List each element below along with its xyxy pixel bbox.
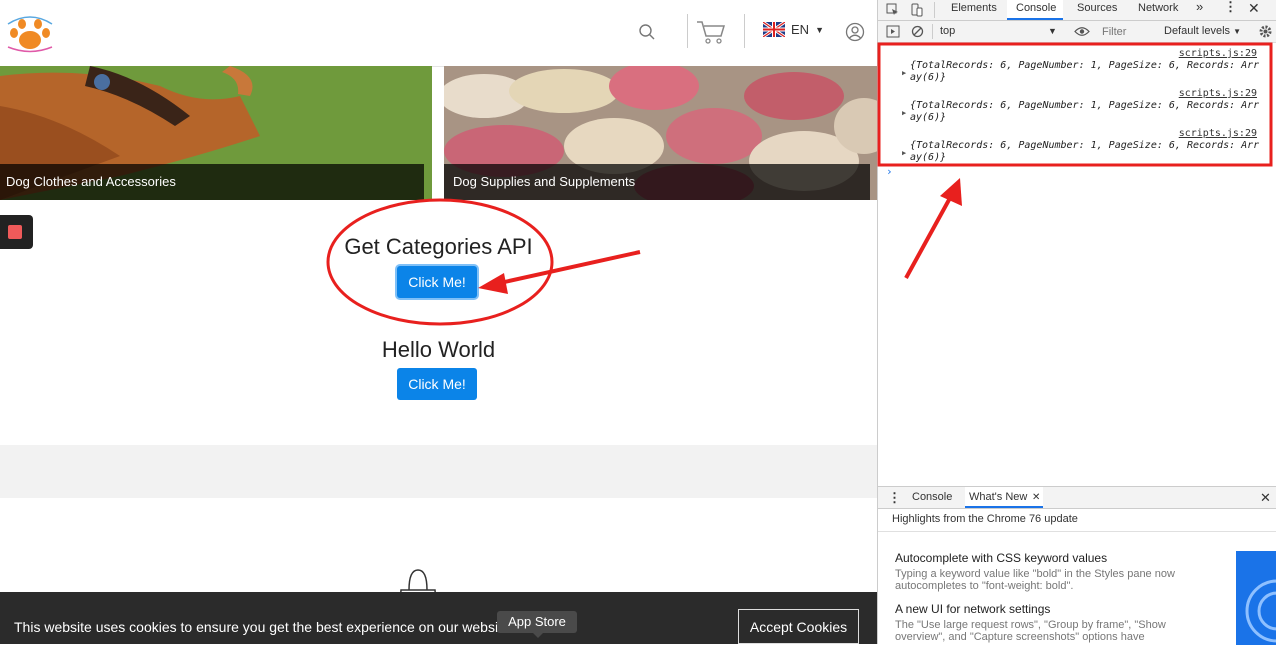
accept-cookies-button[interactable]: Accept Cookies <box>738 609 859 644</box>
header-divider <box>687 14 688 48</box>
console-toolbar: top ▼ Default levels ▼ <box>878 21 1276 43</box>
drawer-tab-console[interactable]: Console <box>912 487 952 508</box>
devtools-panel: Elements Console Sources Network » ⋮ ✕ t… <box>877 0 1276 645</box>
toolbar-divider <box>932 24 933 39</box>
log-message: {TotalRecords: 6, PageNumber: 1, PageSiz… <box>910 100 1260 123</box>
uk-flag-icon <box>763 22 785 37</box>
clear-console-icon[interactable] <box>911 25 924 38</box>
feature-illustration <box>1236 551 1276 645</box>
language-selector[interactable]: EN ▼ <box>763 22 824 37</box>
hello-world-button[interactable]: Click Me! <box>397 368 477 400</box>
feature-title[interactable]: A new UI for network settings <box>895 602 1050 616</box>
log-levels-label: Default levels <box>1164 25 1231 37</box>
sidebar-toggle-icon[interactable] <box>886 25 900 38</box>
context-selector[interactable]: top <box>940 23 1060 39</box>
settings-gear-icon[interactable] <box>1258 24 1273 39</box>
drawer-menu-icon[interactable]: ⋮ <box>888 487 901 508</box>
console-log-entry[interactable]: scripts.js:29 ▶ {TotalRecords: 6, PageNu… <box>878 87 1276 125</box>
tab-elements[interactable]: Elements <box>951 0 997 20</box>
chevron-down-icon: ▼ <box>815 24 824 35</box>
tile-caption: Dog Clothes and Accessories <box>0 164 424 200</box>
device-toolbar-icon[interactable] <box>910 3 923 17</box>
console-filter-input[interactable] <box>1100 23 1160 41</box>
feature-title[interactable]: Autocomplete with CSS keyword values <box>895 551 1107 565</box>
expand-triangle-icon[interactable]: ▶ <box>902 69 906 77</box>
expand-triangle-icon[interactable]: ▶ <box>902 149 906 157</box>
block-title-categories: Get Categories API <box>344 234 533 259</box>
tab-divider <box>934 2 935 18</box>
search-icon[interactable] <box>638 23 656 41</box>
expand-triangle-icon[interactable]: ▶ <box>902 109 906 117</box>
eye-icon[interactable] <box>1074 26 1090 37</box>
inspect-element-icon[interactable] <box>886 3 899 16</box>
drawer-tabbar: ⋮ Console What's New ✕ ✕ <box>878 487 1276 509</box>
site-header: EN ▼ <box>0 0 877 67</box>
language-label: EN <box>791 22 810 37</box>
console-output: scripts.js:29 ▶ {TotalRecords: 6, PageNu… <box>878 43 1276 485</box>
more-tabs-icon[interactable]: » <box>1196 0 1203 20</box>
header-divider <box>744 14 745 48</box>
devtools-drawer: ⋮ Console What's New ✕ ✕ Highlights from … <box>878 486 1276 645</box>
feature-description: The "Use large request rows", "Group by … <box>895 619 1166 643</box>
paw-logo-icon[interactable] <box>2 10 58 54</box>
divider <box>878 531 1276 532</box>
log-source-link[interactable]: scripts.js:29 <box>1179 48 1257 59</box>
block-title-hello: Hello World <box>381 337 496 362</box>
whats-new-heading: Highlights from the Chrome 76 update <box>892 513 1078 525</box>
log-message: {TotalRecords: 6, PageNumber: 1, PageSiz… <box>910 140 1260 163</box>
drawer-tab-whats-new[interactable]: What's New ✕ <box>965 487 1044 508</box>
log-message: {TotalRecords: 6, PageNumber: 1, PageSiz… <box>910 60 1260 83</box>
tab-sources[interactable]: Sources <box>1077 0 1117 20</box>
cookie-message: This website uses cookies to ensure you … <box>14 619 541 635</box>
console-log-entry[interactable]: scripts.js:29 ▶ {TotalRecords: 6, PageNu… <box>878 127 1276 165</box>
log-source-link[interactable]: scripts.js:29 <box>1179 88 1257 99</box>
chevron-down-icon: ▼ <box>1048 26 1057 36</box>
tile-caption: Dog Supplies and Supplements <box>444 164 870 200</box>
section-divider-band <box>0 445 877 498</box>
category-tile-clothes[interactable]: Dog Clothes and Accessories <box>0 66 432 200</box>
close-drawer-icon[interactable]: ✕ <box>1260 487 1271 508</box>
feature-description: Typing a keyword value like "bold" in th… <box>895 568 1175 592</box>
console-prompt-icon[interactable]: › <box>886 165 893 178</box>
drawer-tab-label: What's New <box>969 491 1028 503</box>
tab-network[interactable]: Network <box>1138 0 1178 20</box>
console-log-entry[interactable]: scripts.js:29 ▶ {TotalRecords: 6, PageNu… <box>878 47 1276 85</box>
app-store-tooltip: App Store <box>497 611 577 638</box>
log-levels-dropdown[interactable]: Default levels ▼ <box>1164 23 1241 40</box>
cart-icon[interactable] <box>696 19 726 45</box>
kebab-menu-icon[interactable]: ⋮ <box>1224 0 1237 20</box>
get-categories-button[interactable]: Click Me! <box>397 266 477 298</box>
devtools-tabbar: Elements Console Sources Network » ⋮ ✕ <box>878 0 1276 21</box>
website-viewport: EN ▼ Dog Clothes and Accessories Dog Sup… <box>0 0 877 644</box>
chevron-down-icon: ▼ <box>1233 27 1242 36</box>
tab-console[interactable]: Console <box>1007 0 1063 20</box>
category-tile-supplies[interactable]: Dog Supplies and Supplements <box>444 66 877 200</box>
close-tab-icon[interactable]: ✕ <box>1032 487 1040 508</box>
log-source-link[interactable]: scripts.js:29 <box>1179 128 1257 139</box>
user-account-icon[interactable] <box>845 22 865 42</box>
close-icon[interactable]: ✕ <box>1248 0 1260 20</box>
